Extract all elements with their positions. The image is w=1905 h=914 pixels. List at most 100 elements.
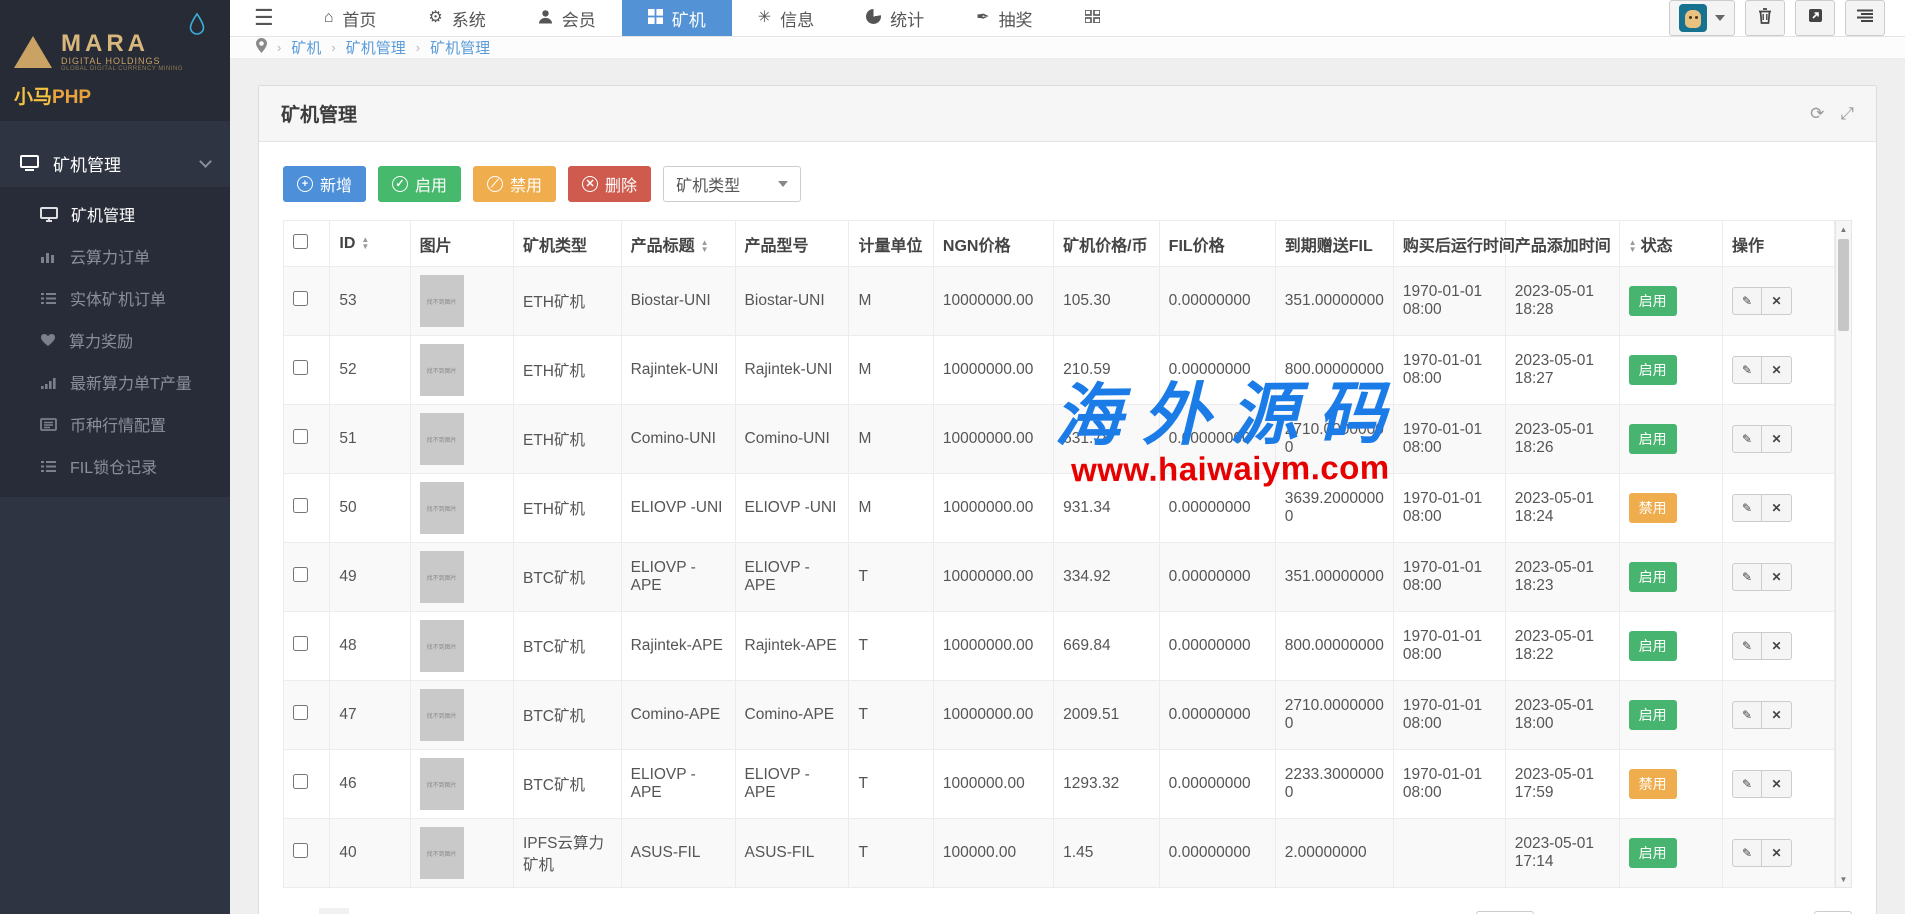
row-checkbox[interactable] — [293, 567, 308, 582]
edit-button[interactable]: ✎ — [1732, 701, 1762, 729]
delete-row-button[interactable]: ✕ — [1762, 287, 1792, 315]
cell-runtime: 1970-01-01 08:00 — [1393, 681, 1505, 750]
cell-type: BTC矿机 — [514, 750, 622, 819]
disable-button[interactable]: ⟋ 禁用 — [473, 166, 556, 202]
sidebar-item-suanli-chanliang[interactable]: 最新算力单T产量 — [0, 361, 230, 403]
cell-status: 启用 — [1619, 405, 1722, 474]
pencil-icon: ✎ — [1742, 777, 1752, 791]
add-button[interactable]: + 新增 — [283, 166, 366, 202]
nav-item-apps[interactable] — [1059, 0, 1126, 36]
nav-item-member[interactable]: 会员 — [512, 0, 622, 36]
signal-icon — [40, 376, 57, 389]
sidebar-item-yun-suanli[interactable]: 云算力订单 — [0, 235, 230, 277]
scrollbar-thumb[interactable] — [1838, 239, 1849, 331]
cell-model: ASUS-FIL — [735, 819, 849, 888]
user-avatar-dropdown[interactable] — [1669, 0, 1735, 36]
row-checkbox[interactable] — [293, 429, 308, 444]
nav-item-system[interactable]: ⚙ 系统 — [402, 0, 511, 36]
cell-ngn-price: 1000000.00 — [933, 750, 1053, 819]
trash-button[interactable] — [1745, 0, 1785, 36]
logo-name: MARA — [61, 32, 183, 56]
table-scrollbar[interactable]: ▲ ▼ — [1835, 220, 1852, 888]
delete-row-button[interactable]: ✕ — [1762, 632, 1792, 660]
sort-icon: ▲▼ — [361, 236, 369, 250]
sidebar-item-suanli-jiangli[interactable]: 算力奖励 — [0, 319, 230, 361]
row-checkbox[interactable] — [293, 498, 308, 513]
row-checkbox-cell — [284, 681, 330, 750]
miner-table: ID▲▼ 图片 矿机类型 产品标题▲▼ 产品型号 计量单位 NGN价格 矿机价格… — [283, 220, 1835, 888]
expand-icon[interactable]: ⤢ — [1840, 104, 1854, 124]
row-checkbox-cell — [284, 267, 330, 336]
sidebar-item-bizhong-hangqing[interactable]: 币种行情配置 — [0, 403, 230, 445]
cell-ngn-price: 10000000.00 — [933, 336, 1053, 405]
hamburger-menu-icon[interactable]: ☰ — [230, 0, 298, 36]
enable-button[interactable]: ✓ 启用 — [378, 166, 461, 202]
table-row: 53 找不到图片 ETH矿机 Biostar-UNI Biostar-UNI M… — [284, 267, 1835, 336]
close-icon: ✕ — [1772, 294, 1782, 308]
nav-item-home[interactable]: ⌂ 首页 — [298, 0, 403, 36]
cell-type: ETH矿机 — [514, 267, 622, 336]
page-2-button[interactable]: 2 — [355, 908, 385, 914]
cell-model: Biostar-UNI — [735, 267, 849, 336]
nav-item-miner[interactable]: 矿机 — [622, 0, 732, 36]
page-1-button[interactable]: 1 — [319, 908, 349, 914]
edit-button[interactable]: ✎ — [1732, 425, 1762, 453]
cell-type: BTC矿机 — [514, 612, 622, 681]
table-header-row: ID▲▼ 图片 矿机类型 产品标题▲▼ 产品型号 计量单位 NGN价格 矿机价格… — [284, 221, 1835, 267]
delete-row-button[interactable]: ✕ — [1762, 839, 1792, 867]
menu-list-button[interactable] — [1845, 0, 1885, 36]
sidebar: MARA DIGITAL HOLDINGS GLOBAL DIGITAL CUR… — [0, 0, 230, 914]
sidebar-section-kuangji[interactable]: 矿机管理 — [0, 139, 230, 187]
edit-button[interactable]: ✎ — [1732, 287, 1762, 315]
row-checkbox[interactable] — [293, 705, 308, 720]
col-id[interactable]: ID▲▼ — [330, 221, 410, 267]
row-checkbox[interactable] — [293, 774, 308, 789]
scroll-down-icon[interactable]: ▼ — [1836, 871, 1851, 887]
refresh-icon[interactable]: ⟳ — [1810, 104, 1824, 124]
table-row: 47 找不到图片 BTC矿机 Comino-APE Comino-APE T 1… — [284, 681, 1835, 750]
row-checkbox[interactable] — [293, 843, 308, 858]
cell-title: ELIOVP -APE — [621, 750, 735, 819]
delete-row-button[interactable]: ✕ — [1762, 356, 1792, 384]
nav-item-lottery[interactable]: ✒ 抽奖 — [950, 0, 1058, 36]
cell-unit: M — [849, 267, 933, 336]
page-next-button[interactable]: » — [391, 908, 421, 914]
sidebar-item-shiti-dingdan[interactable]: 实体矿机订单 — [0, 277, 230, 319]
edit-button[interactable]: ✎ — [1732, 839, 1762, 867]
cell-fil-price: 0.00000000 — [1159, 405, 1275, 474]
delete-row-button[interactable]: ✕ — [1762, 563, 1792, 591]
delete-button[interactable]: ✕ 删除 — [568, 166, 651, 202]
miner-type-select[interactable]: 矿机类型 — [663, 166, 801, 202]
col-status[interactable]: ▲▼状态 — [1619, 221, 1722, 267]
edit-button[interactable]: ✎ — [1732, 494, 1762, 522]
row-checkbox[interactable] — [293, 291, 308, 306]
row-checkbox[interactable] — [293, 636, 308, 651]
select-all-checkbox[interactable] — [293, 234, 308, 249]
sidebar-item-kuangji-guanli[interactable]: 矿机管理 — [0, 193, 230, 235]
col-title[interactable]: 产品标题▲▼ — [621, 221, 735, 267]
bar-chart-icon — [40, 249, 57, 263]
delete-row-button[interactable]: ✕ — [1762, 701, 1792, 729]
cell-added-time: 2023-05-01 18:24 — [1505, 474, 1619, 543]
cell-actions: ✎ ✕ — [1723, 405, 1835, 474]
open-external-button[interactable] — [1795, 0, 1835, 36]
nav-item-info[interactable]: ✳ 信息 — [732, 0, 840, 36]
delete-row-button[interactable]: ✕ — [1762, 425, 1792, 453]
nav-item-label: 信息 — [780, 6, 814, 31]
edit-button[interactable]: ✎ — [1732, 632, 1762, 660]
delete-row-button[interactable]: ✕ — [1762, 770, 1792, 798]
sidebar-item-fil-suocang[interactable]: FIL锁仓记录 — [0, 445, 230, 487]
heart-icon — [40, 333, 56, 347]
breadcrumb-current[interactable]: 矿机管理 — [430, 37, 490, 58]
delete-row-button[interactable]: ✕ — [1762, 494, 1792, 522]
edit-button[interactable]: ✎ — [1732, 356, 1762, 384]
nav-item-stats[interactable]: 统计 — [840, 0, 950, 36]
scroll-up-icon[interactable]: ▲ — [1836, 221, 1851, 237]
breadcrumb-link-kuangji-guanli[interactable]: 矿机管理 — [346, 37, 406, 58]
row-checkbox[interactable] — [293, 360, 308, 375]
edit-button[interactable]: ✎ — [1732, 770, 1762, 798]
edit-button[interactable]: ✎ — [1732, 563, 1762, 591]
breadcrumb-link-kuangji[interactable]: 矿机 — [291, 37, 321, 58]
cell-added-time: 2023-05-01 18:00 — [1505, 681, 1619, 750]
page-prev-button[interactable]: « — [283, 908, 313, 914]
